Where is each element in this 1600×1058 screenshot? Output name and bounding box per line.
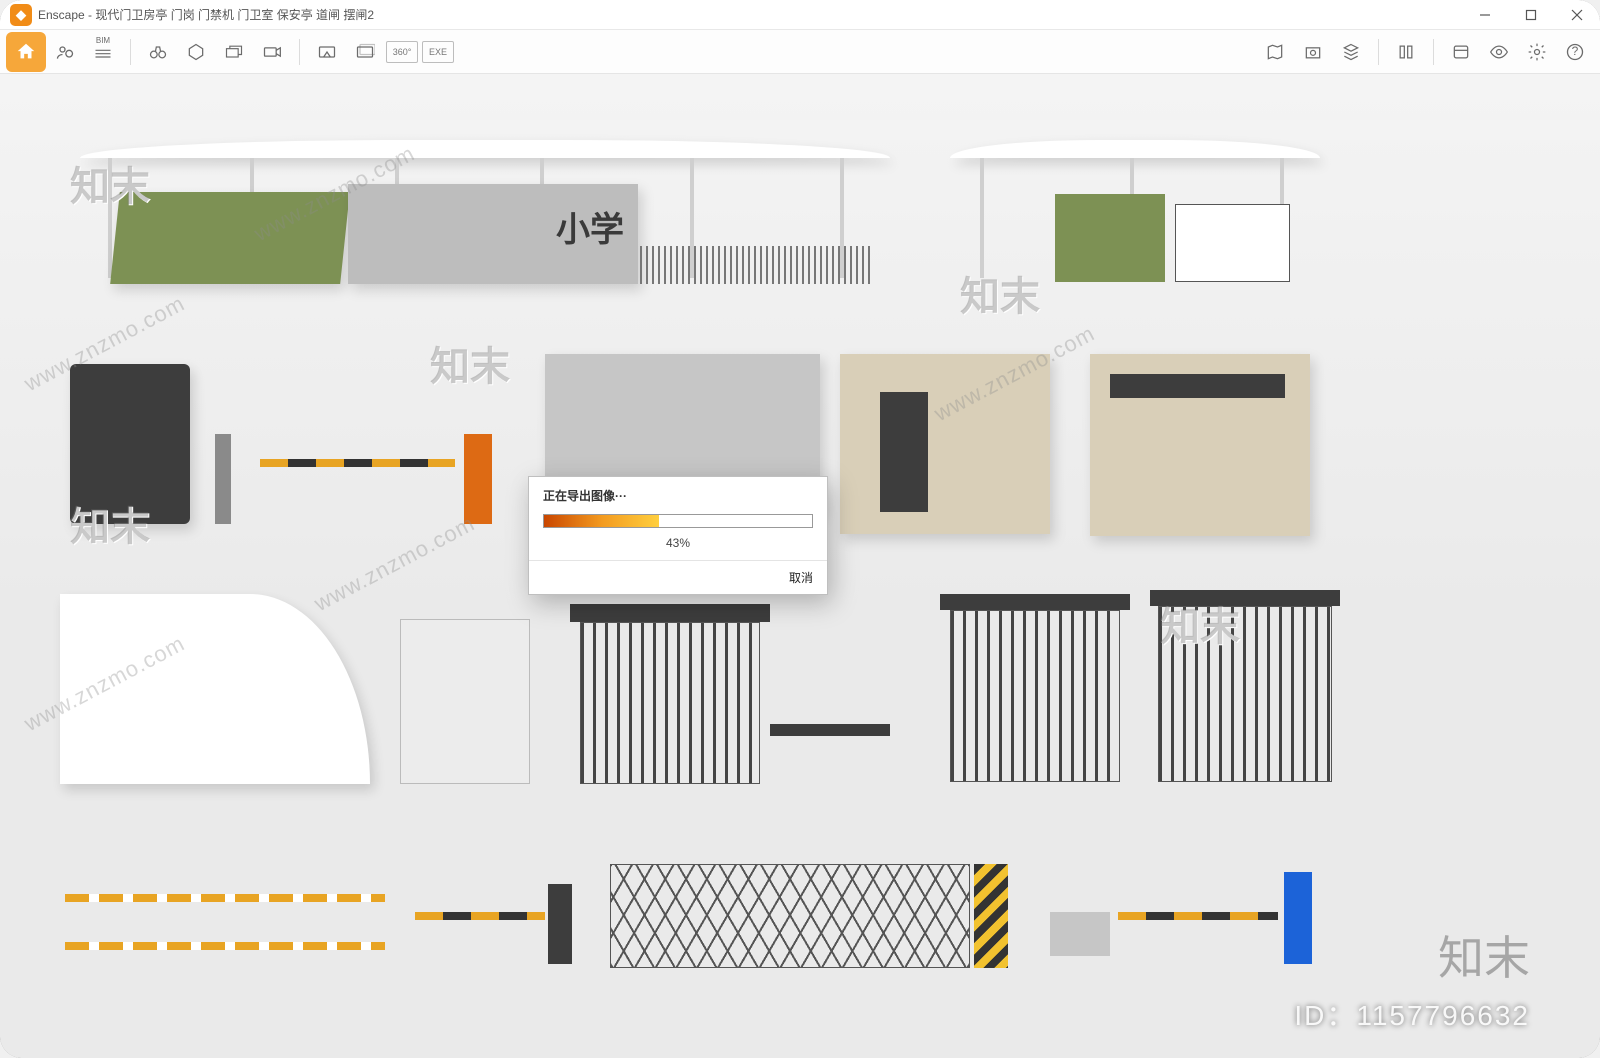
app-window: ◆ Enscape - 现代门卫房亭 门岗 门禁机 门卫室 保安亭 道闸 摆闸2 xyxy=(0,0,1600,1058)
bim-button[interactable]: BIM xyxy=(86,35,120,69)
perspective-icon[interactable] xyxy=(217,35,251,69)
toolbar-right-group: ? xyxy=(1256,35,1594,69)
maximize-button[interactable] xyxy=(1508,0,1554,30)
progress-bar-fill xyxy=(544,515,659,527)
fence-barrier xyxy=(65,894,385,966)
binoculars-icon[interactable] xyxy=(141,35,175,69)
screenshot-button[interactable] xyxy=(310,35,344,69)
grid-booth-2 xyxy=(950,610,1120,782)
barrier-post xyxy=(464,434,492,524)
watermark-url: www.znzmo.com xyxy=(310,510,479,617)
show-hide-icon[interactable] xyxy=(1482,35,1516,69)
batch-render-button[interactable] xyxy=(348,35,382,69)
watermark-brand: 知末 xyxy=(960,264,1040,322)
help-button[interactable]: ? xyxy=(1558,35,1592,69)
separator xyxy=(1378,39,1379,65)
titlebar: ◆ Enscape - 现代门卫房亭 门岗 门禁机 门卫室 保安亭 道闸 摆闸2 xyxy=(0,0,1600,30)
export-exe-button[interactable]: EXE xyxy=(422,41,454,63)
booth-roof xyxy=(940,594,1130,610)
guard-booth-beige-1 xyxy=(840,354,1050,534)
app-logo-icon: ◆ xyxy=(10,4,32,26)
progress-bar xyxy=(543,514,813,528)
grid-booth-1 xyxy=(580,622,760,784)
sun-icon[interactable] xyxy=(1444,35,1478,69)
guard-booth-dark xyxy=(70,364,190,524)
column xyxy=(108,158,112,278)
separator xyxy=(130,39,131,65)
settings-icon[interactable] xyxy=(1520,35,1554,69)
video-icon[interactable] xyxy=(255,35,289,69)
bollard xyxy=(1050,912,1110,956)
booth-roof xyxy=(570,604,770,622)
bim-label: BIM xyxy=(86,37,120,45)
curved-canopy xyxy=(60,594,370,784)
green-wall xyxy=(110,192,350,284)
watermark-id: ID：1157796632 xyxy=(1294,994,1530,1034)
turnstile xyxy=(215,434,231,524)
canopy-strip xyxy=(1110,374,1285,398)
fence xyxy=(640,246,870,284)
toolbar: BIM 360° EXE xyxy=(0,30,1600,74)
progress-percent: 43% xyxy=(529,534,827,560)
canopy-right xyxy=(950,140,1320,158)
separator xyxy=(299,39,300,65)
booth-roof xyxy=(1150,590,1340,606)
column xyxy=(980,158,984,278)
grid-booth-3 xyxy=(1158,606,1332,782)
help-label: ? xyxy=(1572,44,1579,58)
booth-white xyxy=(1175,204,1290,282)
cancel-button[interactable]: 取消 xyxy=(789,569,813,586)
views-icon[interactable] xyxy=(1389,35,1423,69)
folding-gate-endpost xyxy=(974,864,1008,968)
barrier-post-blue xyxy=(1284,872,1312,964)
watermark-brand: 知末 xyxy=(430,334,510,392)
barrier-arm xyxy=(1118,912,1278,920)
window-title: Enscape - 现代门卫房亭 门岗 门禁机 门卫室 保安亭 道闸 摆闸2 xyxy=(38,6,374,23)
booth-green xyxy=(1055,194,1165,282)
mini-map-icon[interactable] xyxy=(1258,35,1292,69)
photo-frame: ◆ Enscape - 现代门卫房亭 门岗 门禁机 门卫室 保安亭 道闸 摆闸2 xyxy=(0,0,1600,1058)
walk-mode-icon[interactable] xyxy=(179,35,213,69)
dialog-actions: 取消 xyxy=(529,560,827,594)
plain-door xyxy=(400,619,530,784)
home-button[interactable] xyxy=(6,32,46,72)
mono-360-button[interactable]: 360° xyxy=(386,41,418,63)
close-button[interactable] xyxy=(1554,0,1600,30)
watermark-brand-large: 知末 xyxy=(1438,922,1530,988)
folding-gate xyxy=(610,864,970,968)
separator xyxy=(1433,39,1434,65)
login-icon[interactable] xyxy=(48,35,82,69)
asset-library-icon[interactable] xyxy=(1296,35,1330,69)
barrier-tower xyxy=(548,884,572,964)
canopy-left xyxy=(80,140,890,158)
minimize-button[interactable] xyxy=(1462,0,1508,30)
export-progress-dialog: 正在导出图像··· 43% 取消 xyxy=(528,476,828,595)
barrier-arm xyxy=(260,459,455,467)
render-viewport[interactable]: 小学 xyxy=(0,74,1600,1058)
materials-icon[interactable] xyxy=(1334,35,1368,69)
booth-door xyxy=(880,392,928,512)
dialog-title: 正在导出图像··· xyxy=(529,477,827,512)
barrier-arm xyxy=(415,912,545,920)
school-sign-text: 小学 xyxy=(556,202,624,251)
barrier-arm-small xyxy=(770,724,890,736)
